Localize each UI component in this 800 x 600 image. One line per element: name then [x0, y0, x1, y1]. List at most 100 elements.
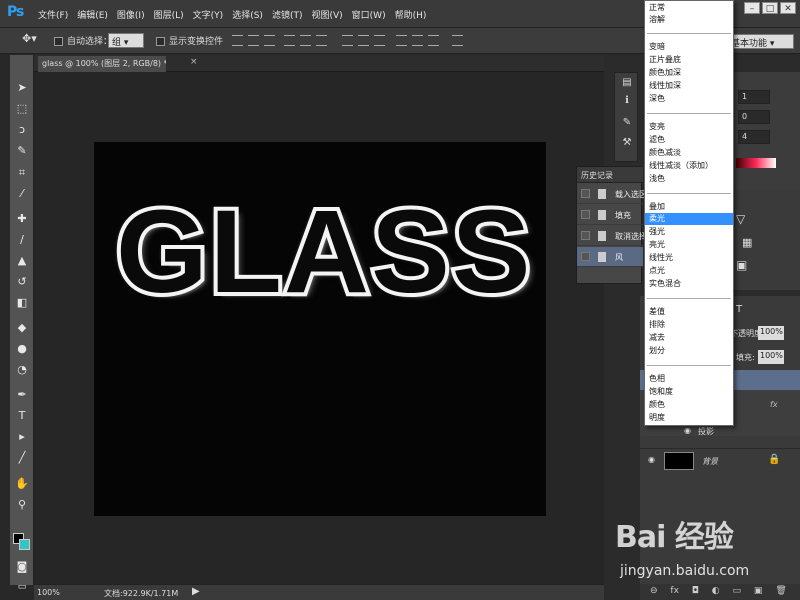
- layer-row-background[interactable]: ◉ 背景 🔒: [640, 448, 800, 472]
- menu-filter[interactable]: 滤镜(T): [272, 8, 303, 21]
- align-bottom-icon[interactable]: [264, 35, 275, 46]
- history-brush-icon[interactable]: ↺: [13, 274, 31, 290]
- lasso-tool-icon[interactable]: ↄ: [13, 122, 31, 138]
- blend-option[interactable]: 颜色加深: [645, 67, 733, 79]
- trash-icon[interactable]: 🗑: [775, 586, 786, 596]
- blend-option[interactable]: 差值: [645, 306, 733, 318]
- blend-option[interactable]: 滤色: [645, 134, 733, 146]
- history-snapshot-checkbox[interactable]: [581, 189, 590, 198]
- zoom-icon[interactable]: ⚲: [13, 497, 31, 513]
- blend-option[interactable]: 叠加: [645, 201, 733, 213]
- blend-option[interactable]: 色相: [645, 373, 733, 385]
- blend-option[interactable]: 溶解: [645, 14, 733, 26]
- new-layer-icon[interactable]: ▣: [754, 586, 763, 596]
- healing-brush-icon[interactable]: ✚: [13, 211, 31, 227]
- close-button[interactable]: ✕: [780, 2, 796, 14]
- grid-icon[interactable]: ▦: [742, 236, 752, 249]
- blend-option[interactable]: 亮光: [645, 239, 733, 251]
- blend-option[interactable]: 实色混合: [645, 278, 733, 290]
- property-value-3[interactable]: 4: [738, 130, 770, 144]
- blend-option[interactable]: 点光: [645, 265, 733, 277]
- panel-brush-icon[interactable]: ✎: [619, 117, 635, 131]
- panel-tool-presets-icon[interactable]: ⚒: [619, 137, 635, 151]
- minimize-button[interactable]: –: [744, 2, 760, 14]
- blend-option[interactable]: 明度: [645, 412, 733, 424]
- distribute-vcenter-icon[interactable]: [358, 35, 369, 46]
- color-gradient-bar[interactable]: [736, 158, 776, 168]
- crop-icon[interactable]: ⌗: [13, 165, 31, 181]
- adjustment-layer-icon[interactable]: ◐: [712, 586, 720, 596]
- blend-option[interactable]: 线性加深: [645, 80, 733, 92]
- menu-edit[interactable]: 编辑(E): [77, 8, 108, 21]
- move-tool-icon[interactable]: ➤: [13, 80, 31, 96]
- screen-mode-icon[interactable]: ▭: [13, 579, 31, 595]
- history-snapshot-checkbox[interactable]: [581, 252, 590, 261]
- stamp-icon[interactable]: ▲: [13, 253, 31, 269]
- history-item[interactable]: 载入选区: [577, 184, 647, 204]
- property-value-2[interactable]: 0: [738, 110, 770, 124]
- dodge-icon[interactable]: ◔: [13, 362, 31, 378]
- move-tool-preset-icon[interactable]: ✥▾: [22, 32, 37, 45]
- fx-button[interactable]: fx: [670, 586, 679, 596]
- blend-option[interactable]: 线性光: [645, 252, 733, 264]
- menu-help[interactable]: 帮助(H): [395, 8, 427, 21]
- hand-icon[interactable]: ✋: [13, 476, 31, 492]
- align-left-icon[interactable]: [284, 35, 295, 46]
- history-item-current[interactable]: 风: [577, 247, 643, 267]
- history-snapshot-checkbox[interactable]: [581, 231, 590, 240]
- blend-option[interactable]: 划分: [645, 345, 733, 357]
- fill-input[interactable]: 100%: [758, 350, 784, 364]
- path-select-icon[interactable]: ▸: [13, 429, 31, 445]
- align-hcenter-icon[interactable]: [300, 35, 311, 46]
- blur-icon[interactable]: ●: [13, 341, 31, 357]
- blend-option[interactable]: 浅色: [645, 173, 733, 185]
- blend-option[interactable]: 颜色: [645, 399, 733, 411]
- menu-layer[interactable]: 图层(L): [154, 8, 184, 21]
- status-menu-icon[interactable]: ▶: [192, 586, 200, 597]
- menu-window[interactable]: 窗口(W): [352, 8, 386, 21]
- link-layers-icon[interactable]: ⊖: [650, 586, 658, 596]
- paint-bucket-icon[interactable]: ◆: [13, 320, 31, 336]
- workspace-dropdown[interactable]: 基本功能 ▾: [728, 34, 794, 49]
- line-icon[interactable]: ╱: [13, 450, 31, 466]
- panel-history-icon[interactable]: ▤: [619, 77, 635, 91]
- pen-icon[interactable]: ✒: [13, 387, 31, 403]
- square-icon[interactable]: ▣: [736, 258, 747, 272]
- quick-mask-icon[interactable]: ◙: [13, 559, 31, 575]
- align-vcenter-icon[interactable]: [248, 35, 259, 46]
- auto-align-icon[interactable]: [452, 35, 463, 46]
- menu-type[interactable]: 文字(Y): [193, 8, 224, 21]
- blend-option[interactable]: 正片叠底: [645, 54, 733, 66]
- distribute-hcenter-icon[interactable]: [412, 35, 423, 46]
- align-top-icon[interactable]: [232, 35, 243, 46]
- history-item[interactable]: 取消选择: [577, 226, 647, 246]
- menu-image[interactable]: 图像(I): [117, 8, 145, 21]
- tab-close-icon[interactable]: ×: [190, 57, 198, 67]
- align-right-icon[interactable]: [316, 35, 327, 46]
- history-item[interactable]: 填充: [577, 205, 643, 225]
- auto-select-dropdown[interactable]: 组 ▾: [108, 33, 144, 48]
- eraser-icon[interactable]: ◧: [13, 295, 31, 311]
- blend-option[interactable]: 线性减淡（添加）: [645, 160, 733, 172]
- blend-option[interactable]: 排除: [645, 319, 733, 331]
- blend-option[interactable]: 强光: [645, 226, 733, 238]
- show-transform-checkbox[interactable]: 显示变换控件: [156, 34, 223, 47]
- menu-view[interactable]: 视图(V): [311, 8, 342, 21]
- blend-option[interactable]: 正常: [645, 2, 733, 14]
- opacity-input[interactable]: 100%: [758, 326, 784, 340]
- blend-option[interactable]: 减去: [645, 332, 733, 344]
- blend-option-selected[interactable]: 柔光: [645, 213, 733, 225]
- property-value-1[interactable]: 1: [738, 90, 770, 104]
- add-mask-icon[interactable]: ◘: [692, 586, 699, 596]
- blend-option[interactable]: 饱和度: [645, 386, 733, 398]
- new-group-icon[interactable]: ▭: [733, 586, 742, 596]
- text-layer-filter-icon[interactable]: T: [736, 304, 742, 315]
- blend-option[interactable]: 深色: [645, 93, 733, 105]
- distribute-top-icon[interactable]: [342, 35, 353, 46]
- panel-info-icon[interactable]: ℹ: [619, 95, 635, 109]
- auto-select-checkbox[interactable]: 自动选择：: [54, 34, 112, 47]
- history-snapshot-checkbox[interactable]: [581, 210, 590, 219]
- quick-select-icon[interactable]: ✎: [13, 143, 31, 159]
- eyedropper-icon[interactable]: ⁄: [13, 186, 31, 202]
- brush-icon[interactable]: ∕: [13, 232, 31, 248]
